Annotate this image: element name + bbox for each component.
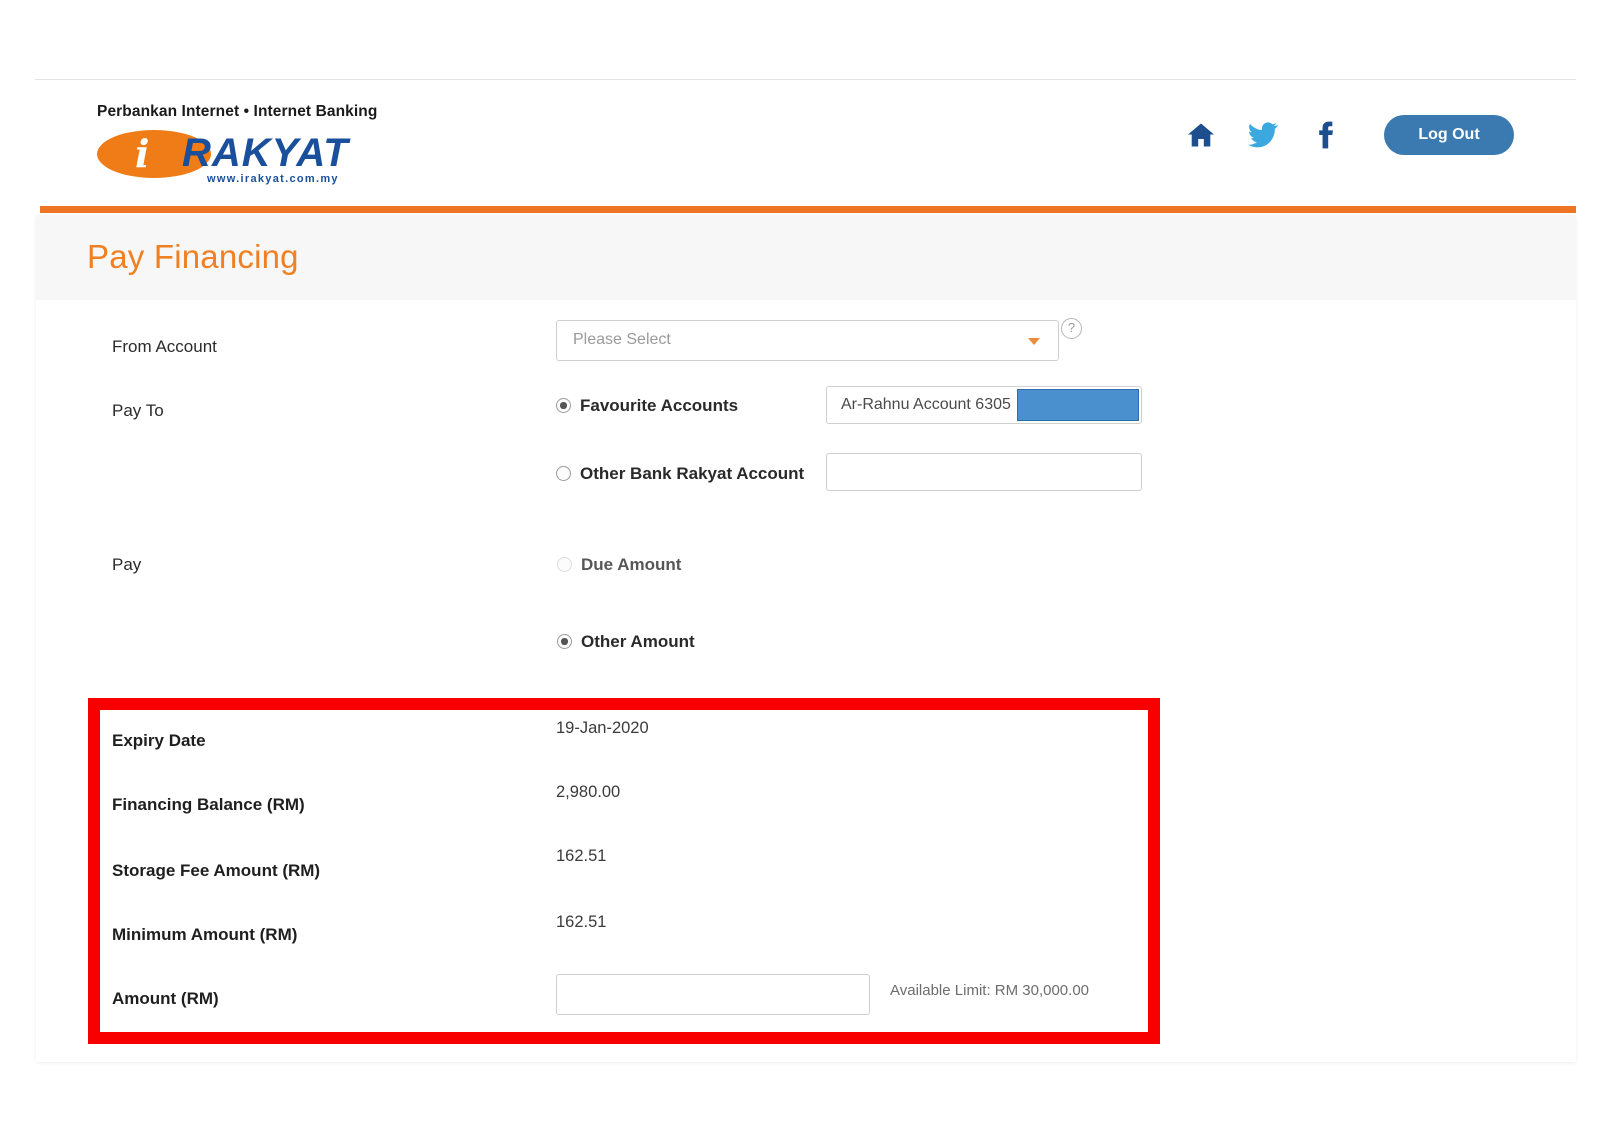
irakyat-logo[interactable]: i RAKYAT www.irakyat.com.my [97, 126, 387, 186]
radio-label-due-amount: Due Amount [581, 555, 682, 574]
amount-input[interactable] [556, 974, 870, 1015]
page-title-band: Pay Financing [36, 215, 1576, 300]
site-header: Perbankan Internet • Internet Banking i … [0, 80, 1600, 208]
radio-due-amount[interactable] [557, 557, 572, 572]
from-account-select[interactable]: Please Select [556, 320, 1059, 361]
from-account-placeholder: Please Select [573, 331, 671, 348]
facebook-icon[interactable] [1294, 113, 1356, 157]
twitter-icon[interactable] [1232, 113, 1294, 157]
brand-tagline: Perbankan Internet • Internet Banking [97, 103, 378, 120]
radio-label-favourite-accounts: Favourite Accounts [580, 396, 739, 415]
minimum-amount-value: 162.51 [556, 913, 607, 931]
redaction-block [1017, 389, 1139, 421]
pay-label: Pay [112, 555, 142, 574]
radio-other-amount[interactable] [557, 634, 572, 649]
header-actions: Log Out [1170, 113, 1514, 157]
amount-label: Amount (RM) [112, 989, 219, 1008]
financing-balance-value: 2,980.00 [556, 783, 621, 801]
minimum-amount-label: Minimum Amount (RM) [112, 925, 298, 944]
favourite-account-value: Ar-Rahnu Account 6305 [841, 396, 1011, 413]
pay-to-label: Pay To [112, 401, 164, 420]
logo-letter-i: i [135, 131, 150, 176]
radio-label-other-bank-rakyat-account: Other Bank Rakyat Account [580, 464, 805, 483]
radio-favourite-accounts[interactable] [556, 398, 571, 413]
logout-button[interactable]: Log Out [1384, 115, 1514, 155]
app-page: Perbankan Internet • Internet Banking i … [0, 0, 1600, 1131]
expiry-date-value: 19-Jan-2020 [556, 719, 649, 737]
other-bank-account-field[interactable] [826, 453, 1142, 491]
help-circle-icon[interactable]: ? [1061, 318, 1082, 339]
chevron-down-icon [1028, 338, 1040, 345]
radio-label-other-amount: Other Amount [581, 632, 695, 651]
logo-website-url: www.irakyat.com.my [207, 173, 339, 185]
page-title: Pay Financing [87, 238, 299, 275]
from-account-label: From Account [112, 337, 217, 356]
storage-fee-value: 162.51 [556, 847, 607, 865]
radio-other-bank-rakyat-account[interactable] [556, 466, 571, 481]
expiry-date-label: Expiry Date [112, 731, 206, 750]
pay-financing-form [36, 300, 1555, 1062]
financing-balance-label: Financing Balance (RM) [112, 795, 305, 814]
storage-fee-label: Storage Fee Amount (RM) [112, 861, 321, 880]
favourite-account-field[interactable]: Ar-Rahnu Account 6305 [826, 386, 1142, 424]
home-icon[interactable] [1170, 113, 1232, 157]
brand-logo[interactable]: Perbankan Internet • Internet Banking i … [97, 103, 497, 186]
logo-wordmark: RAKYAT [182, 131, 349, 175]
orange-divider [40, 206, 1576, 213]
available-limit-text: Available Limit: RM 30,000.00 [890, 982, 1089, 999]
